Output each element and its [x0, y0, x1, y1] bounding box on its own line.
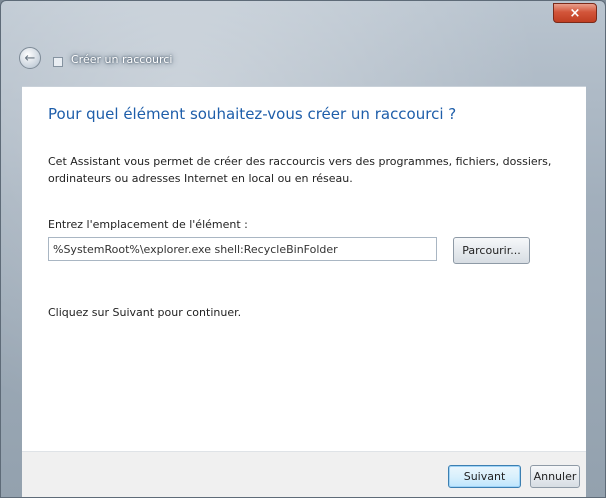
shortcut-wizard-icon	[53, 57, 63, 67]
create-shortcut-dialog: ← Créer un raccourci × Pour quel élément…	[0, 0, 606, 498]
back-arrow-icon[interactable]: ←	[19, 47, 41, 69]
title-bar: ← Créer un raccourci ×	[1, 1, 605, 73]
window-title: Créer un raccourci	[71, 53, 173, 66]
cancel-button[interactable]: Annuler	[530, 465, 580, 488]
location-label: Entrez l'emplacement de l'élément :	[48, 218, 248, 231]
wizard-footer: Suivant Annuler	[22, 451, 586, 497]
continue-hint: Cliquez sur Suivant pour continuer.	[48, 306, 242, 319]
page-heading: Pour quel élément souhaitez-vous créer u…	[48, 105, 457, 123]
close-icon: ×	[569, 5, 581, 21]
wizard-content: Pour quel élément souhaitez-vous créer u…	[22, 86, 586, 452]
close-button[interactable]: ×	[553, 3, 597, 23]
next-button[interactable]: Suivant	[448, 465, 521, 488]
browse-button[interactable]: Parcourir...	[453, 237, 530, 264]
wizard-description: Cet Assistant vous permet de créer des r…	[48, 155, 552, 185]
location-input[interactable]	[48, 237, 437, 261]
